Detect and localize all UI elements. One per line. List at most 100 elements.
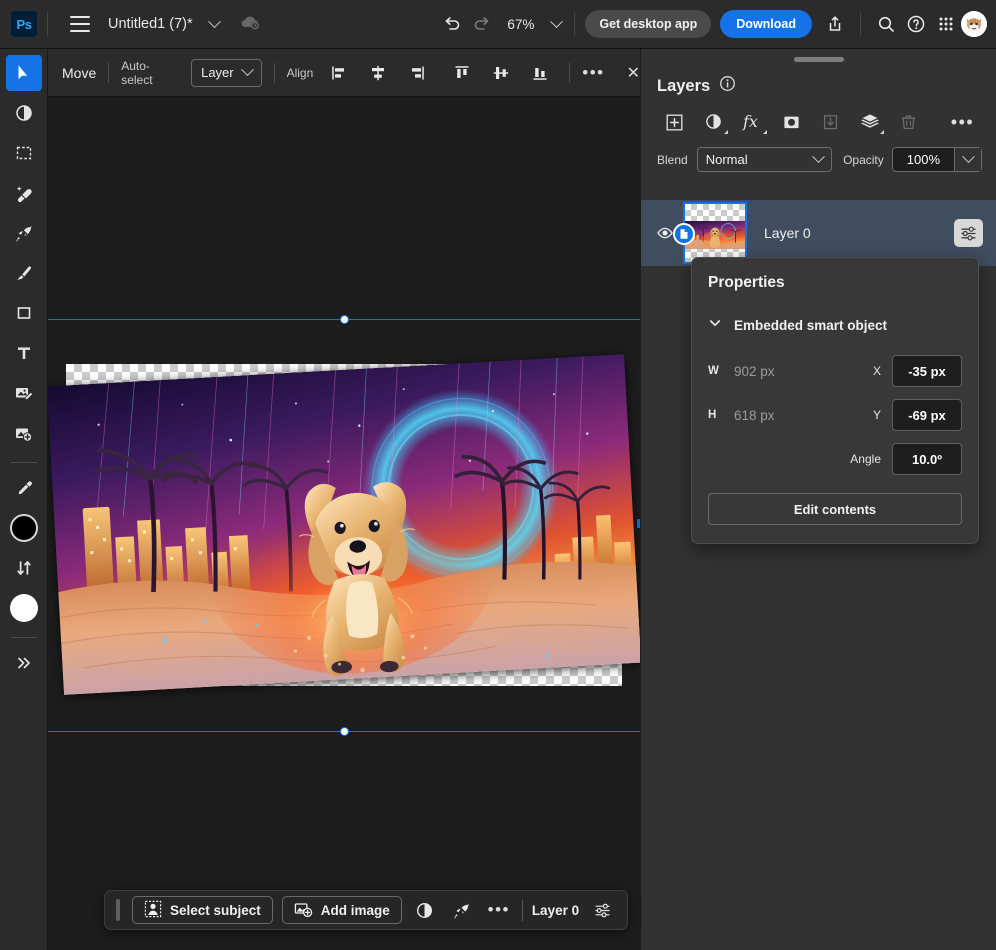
height-value: 618 px <box>734 407 775 423</box>
angle-field[interactable]: 10.0º <box>892 443 962 475</box>
blend-mode-dropdown[interactable]: Normal <box>696 147 833 172</box>
adjustments-icon[interactable] <box>411 896 439 924</box>
height-label: H <box>708 409 717 421</box>
top-guide[interactable] <box>48 315 640 324</box>
divider <box>10 462 37 463</box>
sidebar-item-image-edit-tool[interactable] <box>6 375 42 411</box>
more-tools-double-chevron-right-icon[interactable] <box>6 645 42 681</box>
options-more-button[interactable]: ••• <box>582 63 604 83</box>
sidebar-item-spot-heal-tool[interactable] <box>6 175 42 211</box>
foreground-color-swatch[interactable] <box>6 510 42 546</box>
blend-mode-value: Normal <box>705 152 748 167</box>
zoom-chevron-down-icon[interactable] <box>548 14 564 32</box>
delete-layer-button[interactable] <box>889 107 928 137</box>
contextual-more-button[interactable]: ••• <box>485 896 513 924</box>
y-field[interactable]: -69 px <box>892 399 962 431</box>
add-layer-button[interactable] <box>655 107 694 137</box>
hamburger-icon[interactable] <box>70 16 90 32</box>
align-top-edges-icon[interactable] <box>448 59 475 87</box>
divider <box>574 12 576 36</box>
undo-icon[interactable] <box>437 9 467 39</box>
sidebar-item-eyedropper-tool[interactable] <box>6 470 42 506</box>
divider <box>10 637 37 638</box>
opacity-control[interactable]: 100% <box>891 147 982 172</box>
active-tool-label: Move <box>62 64 97 81</box>
blend-label: Blend <box>657 152 688 167</box>
download-button[interactable]: Download <box>720 10 812 38</box>
layer-effects-button[interactable]: fx <box>733 107 772 137</box>
layers-more-button[interactable]: ••• <box>943 107 982 137</box>
edit-contents-button[interactable]: Edit contents <box>708 493 962 525</box>
align-horizontal-centers-icon[interactable] <box>364 59 391 87</box>
redo-icon[interactable] <box>467 9 497 39</box>
clipping-mask-button[interactable] <box>811 107 850 137</box>
adjustment-layer-button[interactable] <box>694 107 733 137</box>
layer-thumbnail[interactable] <box>673 202 747 264</box>
background-color-swatch[interactable] <box>6 590 42 626</box>
x-field[interactable]: -35 px <box>892 355 962 387</box>
options-bar: Move Auto-select Layer Align ••• ✕ <box>48 49 640 97</box>
width-value: 902 px <box>734 363 775 379</box>
group-layers-button[interactable] <box>850 107 889 137</box>
opacity-value[interactable]: 100% <box>893 152 954 167</box>
align-bottom-edges-icon[interactable] <box>526 59 553 87</box>
artboard[interactable] <box>48 354 640 696</box>
align-vertical-centers-icon[interactable] <box>487 59 514 87</box>
sidebar-item-shape-tool[interactable] <box>6 295 42 331</box>
add-image-label: Add image <box>320 902 390 918</box>
chevron-down-icon[interactable] <box>708 316 722 335</box>
sidebar-item-type-tool[interactable] <box>6 335 42 371</box>
sidebar-item-generative-tool[interactable] <box>6 215 42 251</box>
close-options-icon[interactable]: ✕ <box>627 63 640 83</box>
sliders-icon[interactable] <box>588 896 616 924</box>
align-right-edges-icon[interactable] <box>403 59 430 87</box>
bottom-center-handle[interactable] <box>339 727 349 736</box>
get-desktop-app-button[interactable]: Get desktop app <box>585 10 712 38</box>
select-subject-button[interactable]: Select subject <box>132 896 273 924</box>
document-title: Untitled1 (7)* <box>108 16 193 32</box>
layer-mask-button[interactable] <box>772 107 811 137</box>
add-image-button[interactable]: Add image <box>281 896 402 924</box>
sidebar-item-move-tool[interactable] <box>5 55 42 91</box>
info-icon[interactable] <box>719 75 736 97</box>
top-center-handle[interactable] <box>339 315 349 324</box>
bottom-guide[interactable] <box>48 727 640 736</box>
sidebar-item-brush-tool[interactable] <box>6 255 42 291</box>
canvas-area[interactable] <box>48 97 640 950</box>
photoshop-web-app: Ps Untitled1 (7)* 67% Get desktop app Do… <box>0 0 996 950</box>
avatar[interactable] <box>961 11 987 37</box>
height-row: H 618 px Y -69 px <box>708 393 962 437</box>
layer-properties-button[interactable] <box>954 219 983 247</box>
auto-select-value: Layer <box>201 65 234 80</box>
generative-rocket-icon[interactable] <box>448 896 476 924</box>
panel-drag-handle[interactable] <box>793 57 844 62</box>
app-grid-icon[interactable] <box>931 9 961 39</box>
add-image-icon <box>294 900 313 921</box>
divider <box>860 12 861 36</box>
sidebar-item-add-image-tool[interactable] <box>6 415 42 451</box>
properties-fields: W 902 px X -35 px H 618 px Y -69 px Angl… <box>708 349 962 481</box>
properties-section-header[interactable]: Embedded smart object <box>708 316 962 335</box>
drag-grip[interactable] <box>116 899 120 921</box>
search-icon[interactable] <box>871 9 901 39</box>
swap-colors-icon[interactable] <box>6 550 42 586</box>
sidebar-item-marquee-select-tool[interactable] <box>6 135 42 171</box>
align-left-edges-icon[interactable] <box>325 59 352 87</box>
properties-popover: Properties Embedded smart object W 902 p… <box>691 257 979 544</box>
layer-image[interactable] <box>48 354 640 696</box>
document-menu-chevron-down-icon[interactable] <box>207 14 223 32</box>
divider <box>108 62 110 83</box>
help-icon[interactable] <box>901 9 931 39</box>
share-icon[interactable] <box>820 9 850 39</box>
select-subject-label: Select subject <box>170 902 261 918</box>
photoshop-logo[interactable]: Ps <box>11 11 37 37</box>
contextual-layer-label: Layer 0 <box>531 902 580 918</box>
zoom-level[interactable]: 67% <box>507 17 534 32</box>
divider <box>47 12 48 36</box>
auto-select-dropdown[interactable]: Layer <box>191 58 262 87</box>
smart-object-badge-icon <box>673 223 695 245</box>
width-label: W <box>708 365 719 377</box>
opacity-chevron-down-icon[interactable] <box>954 148 981 171</box>
layer-name[interactable]: Layer 0 <box>764 225 811 241</box>
sidebar-item-adjustments-tool[interactable] <box>6 95 42 131</box>
